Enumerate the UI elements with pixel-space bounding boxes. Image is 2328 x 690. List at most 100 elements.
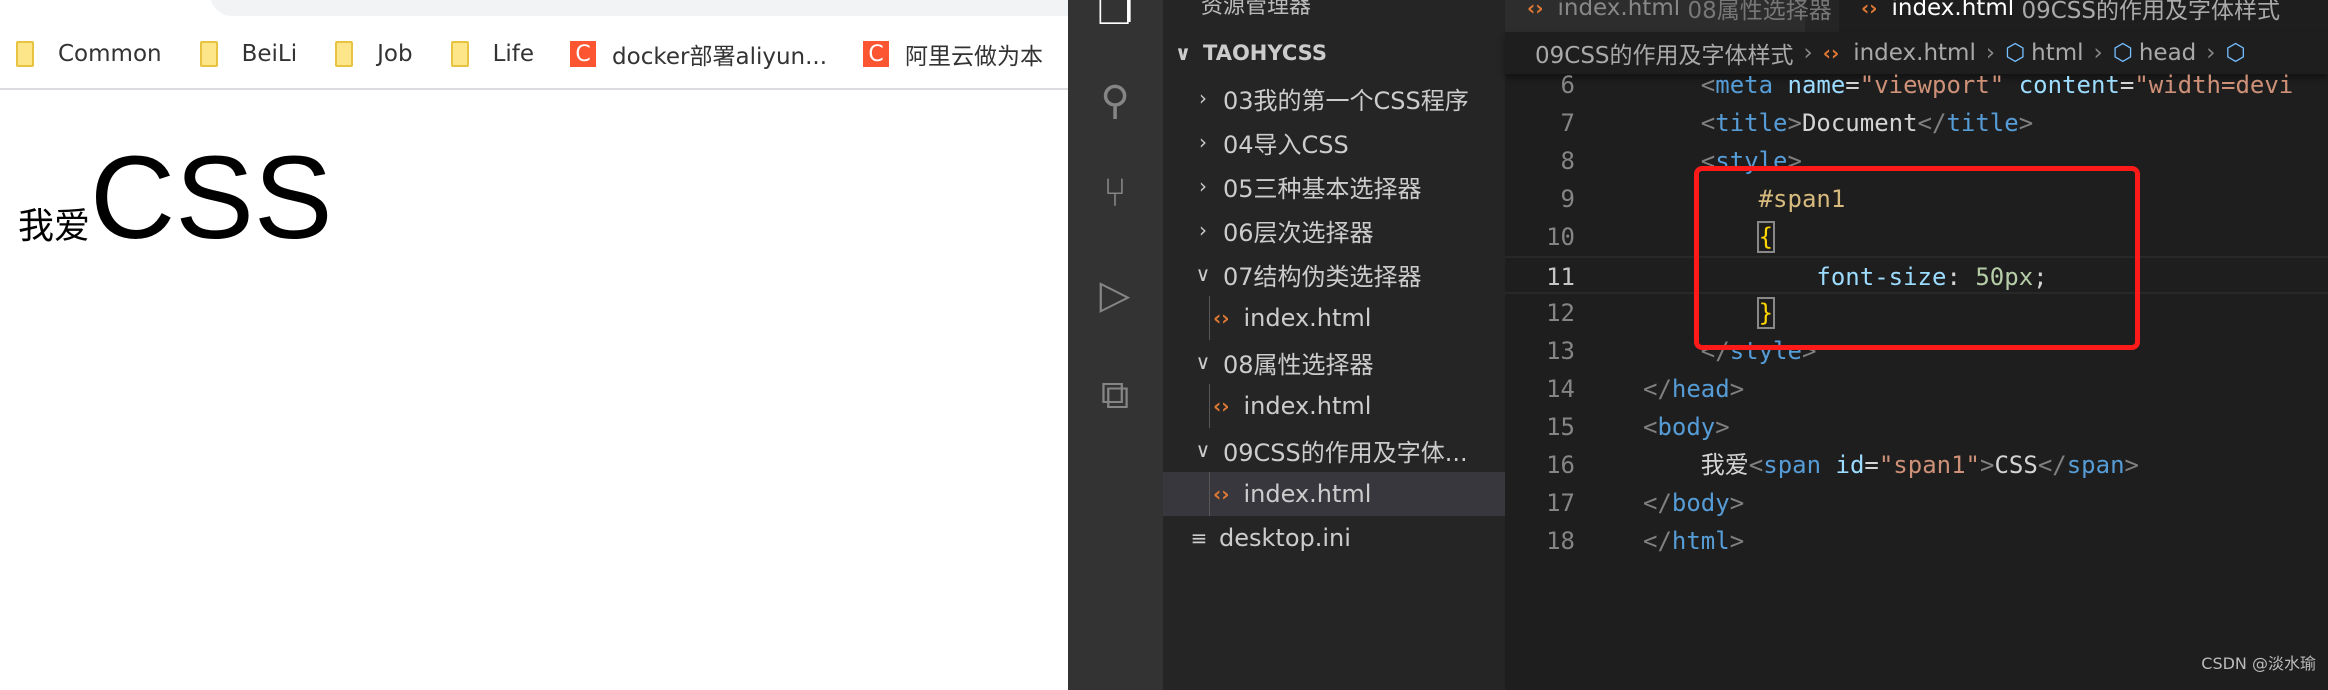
code-line[interactable]: 15 <body> (1505, 408, 2328, 446)
code-text: </body> (1643, 484, 1744, 522)
line-number: 9 (1560, 185, 1575, 213)
tab-label: index.html (1557, 0, 1681, 21)
tree-item[interactable]: ‹› index.html (1163, 384, 1505, 428)
code-line[interactable]: 7 <title>Document</title> (1505, 104, 2328, 142)
breadcrumb-folder[interactable]: 09CSS的作用及字体样式 (1535, 36, 1794, 70)
chevron-right-icon: › (1985, 40, 1996, 66)
code-token: > (1729, 489, 1745, 517)
bookmark-beili[interactable]: BeiLi (198, 41, 298, 67)
tree-item[interactable]: › 04导入CSS (1163, 120, 1505, 164)
html-file-icon: ‹› (1213, 482, 1230, 506)
code-token: > (2124, 451, 2139, 479)
bookmark-docker[interactable]: Cdocker部署aliyun... (570, 37, 827, 71)
tab-label: index.html (1891, 0, 2015, 21)
source-control-icon[interactable]: ⑂ (1090, 168, 1140, 218)
code-token: content (2018, 71, 2120, 99)
tree-item[interactable]: ‹› index.html (1163, 472, 1505, 516)
tree-item[interactable]: ≡ desktop.ini (1163, 516, 1505, 560)
tab-09-index[interactable]: ‹› index.html 09CSS的作用及字体样式 (1839, 0, 2328, 32)
chevron-right-icon: › (1199, 218, 1207, 242)
html-file-icon: ‹› (1527, 0, 1544, 20)
line-number: 16 (1546, 451, 1575, 479)
folder-icon (450, 41, 469, 67)
workspace-root[interactable]: ∨ TAOHYCSS (1163, 31, 1505, 75)
line-number: 17 (1546, 489, 1575, 517)
code-token: title (1715, 109, 1788, 137)
line-number: 18 (1546, 527, 1575, 555)
workspace-name: TAOHYCSS (1203, 41, 1327, 65)
code-token: title (1946, 109, 2019, 137)
code-line[interactable]: 6 <meta name="viewport" content="width=d… (1505, 66, 2328, 104)
bookmark-common[interactable]: Common (14, 41, 162, 67)
tree-item[interactable]: › 06层次选择器 (1163, 208, 1505, 252)
code-text: </head> (1643, 370, 1744, 408)
code-token: > (1729, 375, 1745, 403)
breadcrumb-head[interactable]: head (2139, 40, 2196, 66)
html-file-icon: ‹› (1822, 41, 1840, 65)
code-token: < (1700, 109, 1716, 137)
code-token: > (1715, 413, 1730, 441)
chevron-down-icon: ∨ (1195, 350, 1211, 374)
chevron-right-icon: › (2206, 40, 2216, 66)
code-token: "span1" (1878, 451, 1981, 479)
bookmark-aliyun[interactable]: C 阿里云做为本 (863, 37, 1043, 71)
code-token: "width=devi (2134, 71, 2294, 99)
tab-description: 09CSS的作用及字体样式 (2021, 0, 2280, 24)
tree-item[interactable]: ∨ 08属性选择器 (1163, 340, 1505, 384)
bookmark-job[interactable]: Job (333, 41, 413, 67)
breadcrumb-html[interactable]: html (2031, 40, 2083, 66)
code-token: body (1657, 413, 1716, 441)
tree-item[interactable]: › 05三种基本选择器 (1163, 164, 1505, 208)
chevron-down-icon: ∨ (1174, 41, 1192, 65)
html-file-icon: ‹› (1213, 394, 1230, 418)
code-token: = (1845, 71, 1860, 99)
bookmark-label: Life (492, 41, 535, 67)
tab-08-index[interactable]: ‹› index.html 08属性选择器 (1505, 0, 1832, 32)
line-number: 8 (1560, 147, 1575, 175)
tab-description: 08属性选择器 (1687, 0, 1832, 24)
tree-item[interactable]: ∨ 07结构伪类选择器 (1163, 252, 1505, 296)
code-line[interactable]: 16 我爱<span id="span1">CSS</span> (1505, 446, 2328, 484)
code-token: "viewport" (1859, 71, 2005, 99)
code-text: <title>Document</title> (1643, 104, 2033, 142)
line-number: 15 (1546, 413, 1575, 441)
element-icon: ⬡ (2005, 40, 2026, 66)
code-line[interactable]: 17 </body> (1505, 484, 2328, 522)
bookmark-life[interactable]: Life (449, 41, 534, 67)
file-icon: ≡ (1190, 526, 1208, 550)
tree-item-label: 03我的第一个CSS程序 (1223, 86, 1469, 115)
breadcrumb-file[interactable]: index.html (1853, 40, 1976, 66)
html-file-icon: ‹› (1861, 0, 1878, 20)
line-number: 11 (1546, 263, 1575, 291)
element-icon: ⬡ (2225, 40, 2246, 66)
run-debug-icon[interactable]: ▷ (1090, 270, 1140, 320)
explorer-icon[interactable]: ❐ (1090, 0, 1140, 36)
code-token: < (1700, 71, 1716, 99)
bookmark-label: BeiLi (241, 41, 298, 67)
bookmark-label: docker部署aliyun... (612, 44, 828, 70)
tree-item-label: 05三种基本选择器 (1223, 174, 1422, 203)
bookmarks-bar: Common BeiLi Job Life Cdocker部署aliyun...… (0, 30, 1068, 78)
tree-item[interactable]: ∨ 09CSS的作用及字体... (1163, 428, 1505, 472)
chevron-down-icon: ∨ (1195, 438, 1211, 462)
code-token: span (2066, 451, 2125, 479)
tree-item-label: index.html (1243, 392, 1372, 420)
address-bar[interactable] (210, 0, 1110, 16)
bookmark-label: Job (377, 41, 413, 67)
code-line[interactable]: 14 </head> (1505, 370, 2328, 408)
search-icon[interactable]: ⚲ (1090, 76, 1140, 126)
annotation-box (1694, 166, 2140, 350)
watermark: CSDN @淡水瑜 (2201, 654, 2316, 673)
tree-item[interactable]: ‹› index.html (1163, 296, 1505, 340)
code-token: name (1787, 71, 1846, 99)
explorer-sidebar: 资源管理器 ∨ TAOHYCSS › 03我的第一个CSS程序 › 04导入CSS › 05… (1163, 0, 1505, 690)
code-line[interactable]: 18 </html> (1505, 522, 2328, 560)
code-token: CSS (1994, 451, 2038, 479)
tree-item[interactable]: › 03我的第一个CSS程序 (1163, 76, 1505, 120)
indent-guide (1209, 384, 1210, 428)
extensions-icon[interactable]: ⧉ (1090, 370, 1140, 420)
